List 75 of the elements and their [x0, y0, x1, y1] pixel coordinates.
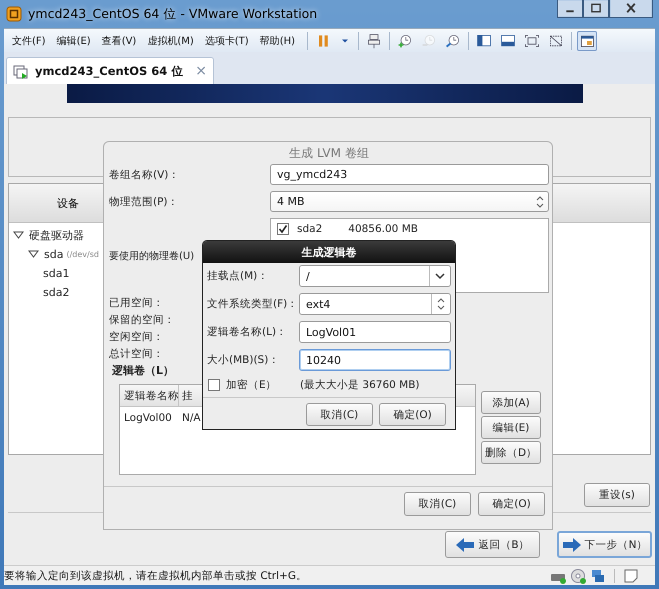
input-value: / — [306, 270, 310, 282]
note-icon[interactable] — [623, 568, 639, 584]
vm-icon — [13, 62, 29, 80]
tree-item[interactable]: sda2 — [43, 286, 70, 299]
app-icon — [6, 6, 22, 22]
column-header-label: 设备 — [57, 196, 79, 210]
column-header[interactable]: 逻辑卷名称 — [120, 385, 179, 406]
dialog-button[interactable]: 添加(A) — [481, 391, 541, 414]
combo-field[interactable]: / — [299, 265, 451, 287]
space-label: 已用空间： — [109, 296, 164, 311]
input-field[interactable]: LogVol01 — [299, 321, 451, 343]
minimize-button[interactable] — [557, 0, 583, 18]
dialog-title: 生成逻辑卷 — [203, 241, 455, 263]
menu-item[interactable]: 文件(F) — [8, 34, 50, 48]
menu-item[interactable]: 虚拟机(M) — [143, 34, 198, 48]
menu-item[interactable]: 查看(V) — [98, 34, 140, 48]
tree-item[interactable]: sda — [44, 248, 64, 261]
next-button[interactable]: 下一步（N） — [557, 531, 652, 558]
maximize-button[interactable] — [583, 0, 609, 18]
dropdown[interactable]: 4 MB — [270, 191, 549, 212]
hint-text: (最大大小是 36760 MB) — [300, 378, 421, 392]
device-path: (/dev/sd — [66, 250, 99, 259]
space-label: 保留的空间： — [109, 313, 175, 328]
checkbox[interactable] — [277, 223, 289, 235]
field-label: 要使用的物理卷(U) — [109, 250, 196, 262]
volume-size: 40856.00 MB — [348, 223, 418, 235]
checkbox[interactable] — [208, 379, 220, 391]
ok-button[interactable]: 确定(O) — [478, 492, 545, 516]
cancel-button[interactable]: 取消(C) — [404, 492, 471, 516]
ok-button[interactable]: 确定(O) — [379, 403, 446, 426]
section-title: 逻辑卷（L） — [112, 363, 174, 378]
reset-button[interactable]: 重设(s) — [584, 483, 650, 507]
field-label: 挂载点(M)： — [207, 269, 270, 283]
back-button[interactable]: 返回（B） — [445, 531, 540, 558]
close-button[interactable] — [609, 0, 653, 18]
menu-item[interactable]: 选项卡(T) — [200, 34, 253, 48]
dropdown-value: 4 MB — [277, 195, 305, 208]
disc-icon[interactable] — [570, 568, 586, 584]
vm-tab[interactable]: ymcd243_CentOS 64 位 × — [6, 57, 214, 84]
input-field[interactable]: 10240 — [299, 349, 451, 371]
right-arrow-icon — [562, 536, 582, 554]
field-label: 大小(MB)(S)： — [207, 353, 280, 367]
console-icon[interactable] — [577, 30, 598, 50]
input-field[interactable]: vg_ymcd243 — [270, 164, 549, 185]
field-label: 卷组名称(V)： — [109, 168, 180, 182]
column-header[interactable]: 挂 — [179, 385, 198, 406]
dialog-button[interactable]: 编辑(E) — [481, 416, 541, 439]
tree-item[interactable]: 硬盘驱动器 — [29, 228, 84, 243]
cancel-button[interactable]: 取消(C) — [306, 403, 373, 426]
space-label: 总计空间： — [109, 347, 164, 362]
field-label: 文件系统类型(F)： — [207, 297, 299, 311]
dropdown[interactable]: ext4 — [299, 293, 451, 315]
chevron-down-icon[interactable] — [435, 272, 445, 280]
table-cell-text: N/A — [181, 412, 202, 424]
dropdown-value: ext4 — [306, 298, 330, 310]
field-label: 逻辑卷名称(L)： — [207, 325, 288, 339]
menu-item[interactable]: 帮助(H) — [256, 34, 300, 48]
dialog-button[interactable]: 删除（D） — [481, 441, 541, 464]
table-cell-text: LogVol00 — [123, 412, 173, 424]
tree-item[interactable]: sda1 — [43, 267, 70, 280]
space-label: 空闲空间： — [109, 330, 164, 345]
close-icon[interactable]: × — [195, 63, 208, 79]
status-message: 要将输入定向到该虚拟机，请在虚拟机内部单击或按 Ctrl+G。 — [4, 568, 308, 582]
spinner-icon — [437, 297, 445, 311]
expander-icon[interactable] — [13, 230, 24, 241]
volume-name: sda2 — [297, 223, 322, 235]
window-title: ymcd243_CentOS 64 位 - VMware Workstation — [28, 6, 318, 22]
left-arrow-icon — [455, 536, 476, 554]
dialog-title: 生成 LVM 卷组 — [288, 144, 370, 162]
field-label: 物理范围(P)： — [109, 194, 180, 208]
spinner-icon — [536, 194, 544, 208]
network-icon[interactable] — [590, 568, 606, 584]
expander-icon[interactable] — [28, 249, 39, 260]
menu-item[interactable]: 编辑(E) — [52, 34, 95, 48]
checkbox-label[interactable]: 加密（E） — [226, 378, 277, 392]
